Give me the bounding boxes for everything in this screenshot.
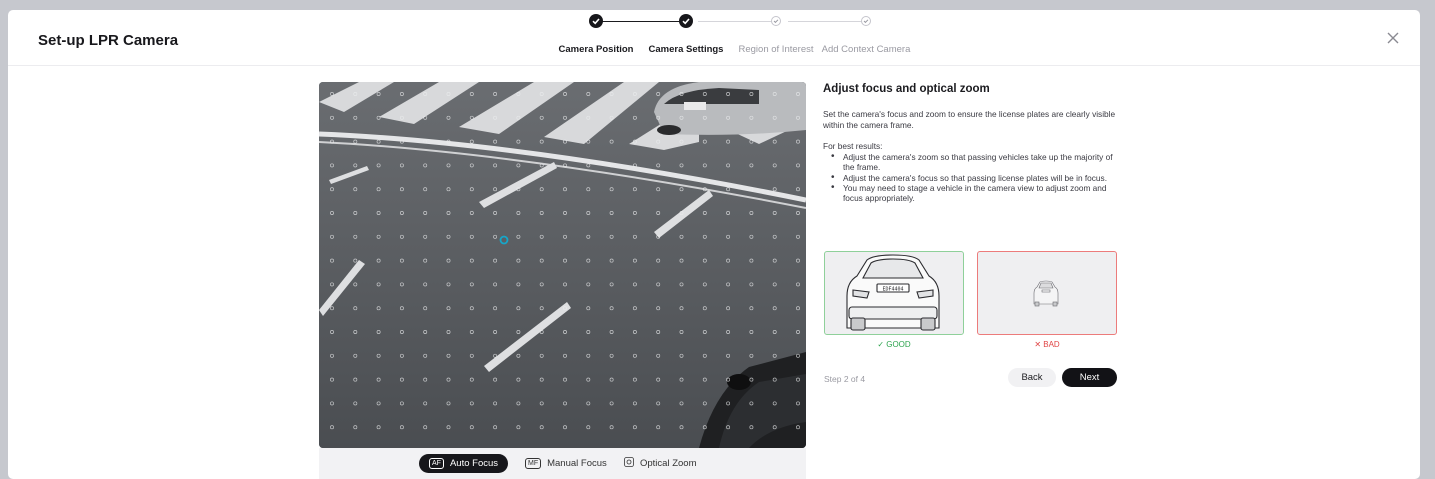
- check-icon: [771, 16, 781, 26]
- bad-example-image: [977, 251, 1117, 335]
- next-button[interactable]: Next: [1062, 368, 1117, 387]
- dialog-title: Set-up LPR Camera: [38, 32, 179, 49]
- list-item: Adjust the camera's focus so that passin…: [831, 173, 1120, 184]
- plate-text: EDF4404: [882, 287, 903, 293]
- dialog-header: Set-up LPR Camera Camera Position Camera…: [8, 10, 1420, 66]
- step-connector: [698, 21, 778, 22]
- auto-focus-button[interactable]: AF Auto Focus: [419, 454, 509, 473]
- list-item: Adjust the camera's zoom so that passing…: [831, 152, 1120, 173]
- stepper: Camera Position Camera Settings Region o…: [528, 10, 948, 66]
- camera-preview[interactable]: [319, 82, 806, 448]
- focus-toolbar: AF Auto Focus MF Manual Focus Optical Zo…: [319, 448, 806, 479]
- optical-zoom-button[interactable]: Optical Zoom: [614, 454, 707, 473]
- close-icon[interactable]: [1384, 29, 1402, 47]
- check-icon: [679, 14, 693, 28]
- instructions-description: Set the camera's focus and zoom to ensur…: [823, 109, 1116, 130]
- back-button[interactable]: Back: [1008, 368, 1056, 387]
- good-example-image: EDF4404: [824, 251, 964, 335]
- instructions-heading: Adjust focus and optical zoom: [823, 83, 990, 95]
- check-icon: [861, 16, 871, 26]
- auto-focus-icon: AF: [429, 458, 444, 469]
- check-icon: [589, 14, 603, 28]
- zoom-icon: [624, 457, 634, 470]
- instructions-panel: Adjust focus and optical zoom Set the ca…: [823, 82, 1123, 203]
- manual-focus-icon: MF: [525, 458, 542, 469]
- step-connector: [788, 21, 868, 22]
- tips-list: Adjust the camera's zoom so that passing…: [823, 152, 1123, 203]
- list-item: You may need to stage a vehicle in the c…: [831, 183, 1120, 204]
- step-count: Step 2 of 4: [824, 374, 866, 384]
- setup-dialog: Set-up LPR Camera Camera Position Camera…: [8, 10, 1420, 479]
- parked-car: [654, 82, 806, 135]
- good-label: ✓ GOOD: [877, 340, 911, 349]
- bad-label: ✕ BAD: [1034, 340, 1060, 349]
- manual-focus-button[interactable]: MF Manual Focus: [515, 454, 617, 473]
- best-results-label: For best results:: [823, 141, 883, 151]
- step-connector: [601, 21, 686, 22]
- step-label: Add Context Camera: [821, 44, 911, 55]
